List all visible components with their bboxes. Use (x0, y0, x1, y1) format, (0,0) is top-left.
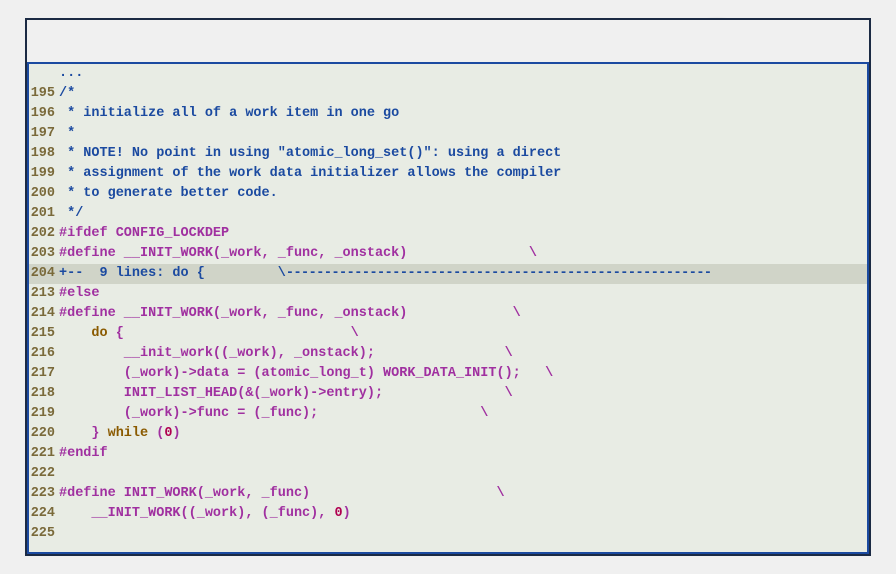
line-content: #else (59, 284, 867, 304)
line-number: 219 (29, 404, 59, 424)
line-content: #define INIT_WORK(_work, _func) \ (59, 484, 867, 504)
line-content: #endif (59, 444, 867, 464)
line-number: 216 (29, 344, 59, 364)
line-number: 198 (29, 144, 59, 164)
code-line: 223#define INIT_WORK(_work, _func) \ (29, 484, 867, 504)
line-number: 202 (29, 224, 59, 244)
ellipsis: ... (59, 64, 867, 84)
code-line: 216 __init_work((_work), _onstack); \ (29, 344, 867, 364)
code-line: 224 __INIT_WORK((_work), (_func), 0) (29, 504, 867, 524)
ellipsis-line: ... (29, 64, 867, 84)
line-number: 204 (29, 264, 59, 284)
code-line: 219 (_work)->func = (_func); \ (29, 404, 867, 424)
line-content: #define __INIT_WORK(_work, _func, _onsta… (59, 244, 867, 264)
line-number: 213 (29, 284, 59, 304)
code-line: 217 (_work)->data = (atomic_long_t) WORK… (29, 364, 867, 384)
code-line: 201 */ (29, 204, 867, 224)
code-line: 215 do { \ (29, 324, 867, 344)
line-number: 196 (29, 104, 59, 124)
code-line: 197 * (29, 124, 867, 144)
code-line: 221#endif (29, 444, 867, 464)
line-number: 220 (29, 424, 59, 444)
line-number: 224 (29, 504, 59, 524)
line-content: (_work)->func = (_func); \ (59, 404, 867, 424)
line-content (59, 524, 867, 544)
line-number: 200 (29, 184, 59, 204)
line-number: 221 (29, 444, 59, 464)
line-number: 195 (29, 84, 59, 104)
line-content: __INIT_WORK((_work), (_func), 0) (59, 504, 867, 524)
code-line: 202#ifdef CONFIG_LOCKDEP (29, 224, 867, 244)
code-viewer: ... 195/*196 * initialize all of a work … (27, 62, 869, 554)
code-line: 198 * NOTE! No point in using "atomic_lo… (29, 144, 867, 164)
code-line: 222 (29, 464, 867, 484)
line-number: 201 (29, 204, 59, 224)
line-content: #ifdef CONFIG_LOCKDEP (59, 224, 867, 244)
code-line: 214#define __INIT_WORK(_work, _func, _on… (29, 304, 867, 324)
line-number: 199 (29, 164, 59, 184)
line-content: +-- 9 lines: do { \---------------------… (59, 264, 867, 284)
line-content: INIT_LIST_HEAD(&(_work)->entry); \ (59, 384, 867, 404)
code-line: 199 * assignment of the work data initia… (29, 164, 867, 184)
line-content: } while (0) (59, 424, 867, 444)
line-number: 218 (29, 384, 59, 404)
line-number: 215 (29, 324, 59, 344)
line-content: (_work)->data = (atomic_long_t) WORK_DAT… (59, 364, 867, 384)
code-lines: 195/*196 * initialize all of a work item… (29, 84, 867, 544)
code-line: 225 (29, 524, 867, 544)
code-line: 200 * to generate better code. (29, 184, 867, 204)
line-number (29, 64, 59, 84)
code-line: 213#else (29, 284, 867, 304)
line-number: 225 (29, 524, 59, 544)
line-content: */ (59, 204, 867, 224)
code-line: 218 INIT_LIST_HEAD(&(_work)->entry); \ (29, 384, 867, 404)
line-content: * (59, 124, 867, 144)
line-content: * initialize all of a work item in one g… (59, 104, 867, 124)
line-number: 217 (29, 364, 59, 384)
line-content: /* (59, 84, 867, 104)
line-number: 203 (29, 244, 59, 264)
code-line: 220 } while (0) (29, 424, 867, 444)
code-line: 195/* (29, 84, 867, 104)
line-content: __init_work((_work), _onstack); \ (59, 344, 867, 364)
code-line[interactable]: 204+-- 9 lines: do { \------------------… (29, 264, 867, 284)
line-content: * NOTE! No point in using "atomic_long_s… (59, 144, 867, 164)
line-number: 223 (29, 484, 59, 504)
line-content: * assignment of the work data initialize… (59, 164, 867, 184)
line-number: 197 (29, 124, 59, 144)
line-content (59, 464, 867, 484)
line-content: #define __INIT_WORK(_work, _func, _onsta… (59, 304, 867, 324)
line-number: 222 (29, 464, 59, 484)
line-content: do { \ (59, 324, 867, 344)
line-content: * to generate better code. (59, 184, 867, 204)
code-line: 203#define __INIT_WORK(_work, _func, _on… (29, 244, 867, 264)
code-line: 196 * initialize all of a work item in o… (29, 104, 867, 124)
line-number: 214 (29, 304, 59, 324)
